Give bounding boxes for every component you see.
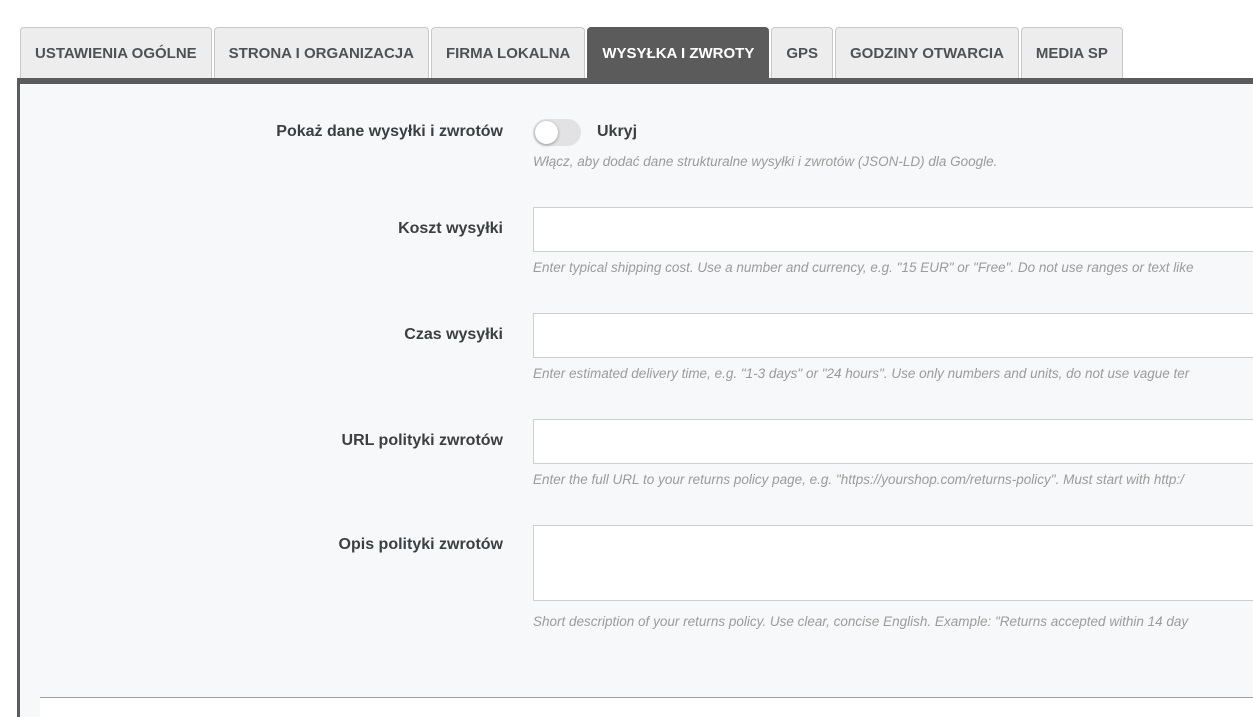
shipping-cost-input[interactable] [533, 207, 1253, 252]
shipping-cost-helper: Enter typical shipping cost. Use a numbe… [533, 260, 1253, 275]
tab-ustawienia-ogolne[interactable]: USTAWIENIA OGÓLNE [20, 27, 212, 78]
show-shipping-label: Pokaż dane wysyłki i zwrotów [20, 118, 503, 169]
tab-godziny-otwarcia[interactable]: GODZINY OTWARCIA [835, 27, 1019, 78]
returns-url-row: URL polityki zwrotów Enter the full URL … [20, 419, 1253, 487]
tab-firma-lokalna[interactable]: FIRMA LOKALNA [431, 27, 585, 78]
settings-tab-bar: USTAWIENIA OGÓLNE STRONA I ORGANIZACJA F… [0, 0, 1253, 78]
shipping-time-row: Czas wysyłki Enter estimated delivery ti… [20, 313, 1253, 381]
toggle-state-label: Ukryj [597, 123, 637, 141]
next-section-card [40, 697, 1253, 717]
show-shipping-helper: Włącz, aby dodać dane strukturalne wysył… [533, 154, 1253, 169]
returns-url-label: URL polityki zwrotów [20, 419, 503, 487]
toggle-knob [535, 121, 558, 144]
returns-url-input[interactable] [533, 419, 1253, 464]
returns-description-label: Opis polityki zwrotów [20, 525, 503, 629]
shipping-time-helper: Enter estimated delivery time, e.g. "1-3… [533, 366, 1253, 381]
returns-description-textarea[interactable] [533, 525, 1253, 601]
tab-strona-i-organizacja[interactable]: STRONA I ORGANIZACJA [214, 27, 429, 78]
shipping-returns-form: Pokaż dane wysyłki i zwrotów Ukryj Włącz… [20, 84, 1253, 667]
panel-spacer [20, 667, 1253, 697]
returns-description-helper: Short description of your returns policy… [533, 614, 1253, 629]
returns-url-helper: Enter the full URL to your returns polic… [533, 472, 1253, 487]
tab-content-panel: Pokaż dane wysyłki i zwrotów Ukryj Włącz… [17, 78, 1253, 717]
shipping-cost-row: Koszt wysyłki Enter typical shipping cos… [20, 207, 1253, 275]
shipping-time-label: Czas wysyłki [20, 313, 503, 381]
shipping-cost-label: Koszt wysyłki [20, 207, 503, 275]
tab-gps[interactable]: GPS [771, 27, 833, 78]
tab-media-spolecznosciowe[interactable]: MEDIA SP [1021, 27, 1123, 78]
show-shipping-toggle[interactable] [533, 119, 581, 146]
shipping-time-input[interactable] [533, 313, 1253, 358]
tab-wysylka-i-zwroty[interactable]: WYSYŁKA I ZWROTY [587, 27, 769, 84]
show-shipping-row: Pokaż dane wysyłki i zwrotów Ukryj Włącz… [20, 118, 1253, 169]
returns-description-row: Opis polityki zwrotów Short description … [20, 525, 1253, 629]
